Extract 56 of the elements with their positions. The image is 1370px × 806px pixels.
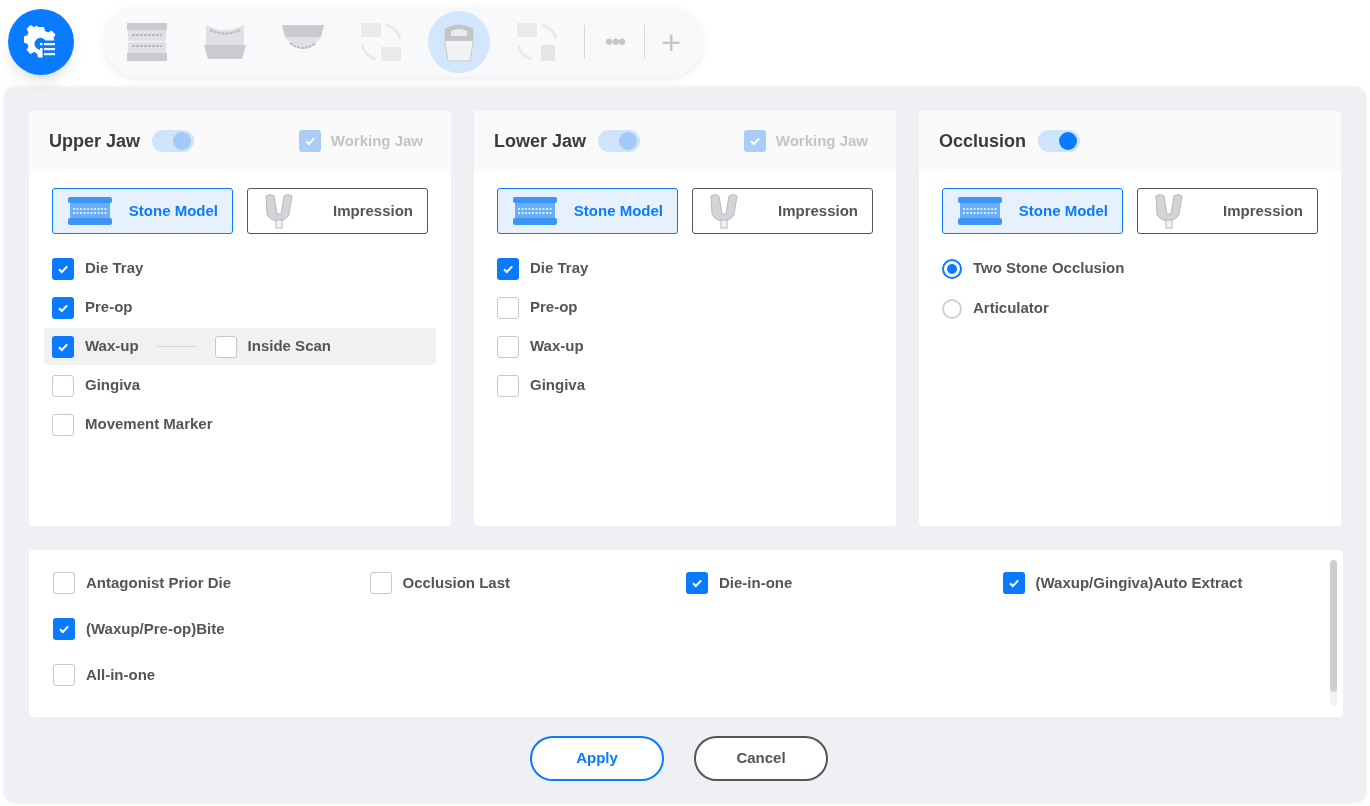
checkbox[interactable]	[52, 335, 74, 358]
toggle-switch[interactable]	[1038, 130, 1081, 152]
checkbox[interactable]	[497, 335, 519, 358]
impression-tray-icon	[262, 192, 296, 230]
model-type-button[interactable]: Stone Model	[52, 188, 233, 234]
settings-icon	[24, 25, 58, 59]
option-label: Wax-up	[85, 336, 139, 357]
cancel-button[interactable]: Cancel	[694, 736, 828, 781]
model-type-button[interactable]: Impression	[692, 188, 873, 234]
card-title: Occlusion	[939, 129, 1027, 153]
option-label: Occlusion Last	[402, 573, 511, 593]
checkbox[interactable]	[497, 374, 519, 397]
checkbox[interactable]	[1002, 572, 1025, 595]
card-title: Lower Jaw	[494, 129, 587, 153]
option-label: Wax-up	[530, 336, 584, 357]
checkbox[interactable]	[497, 296, 519, 319]
impression-tray-icon	[707, 192, 741, 230]
checkbox[interactable]	[686, 572, 708, 595]
checkbox[interactable]	[214, 335, 237, 358]
option-label: (Waxup/Pre-op)Bite	[86, 619, 225, 639]
option-label: (Waxup/Gingiva)Auto Extract	[1035, 573, 1243, 593]
model-type-button[interactable]: Stone Model	[942, 188, 1123, 234]
model-type-button[interactable]: Impression	[1137, 188, 1318, 234]
checkbox[interactable]	[52, 374, 74, 397]
option-label: Die Tray	[85, 258, 144, 279]
model-type-button[interactable]: Impression	[247, 188, 428, 234]
radio-button[interactable]	[942, 258, 962, 279]
option-label: Die Tray	[530, 258, 589, 279]
checkbox[interactable]	[52, 296, 74, 319]
stone-model-icon	[512, 196, 558, 226]
option-label: Antagonist Prior Die	[86, 573, 231, 593]
option-label: All-in-one	[86, 665, 156, 685]
option-label: Die-in-one	[719, 573, 793, 593]
checkbox[interactable]	[497, 257, 519, 280]
checkbox[interactable]	[53, 664, 75, 687]
checkbox[interactable]	[53, 618, 75, 641]
option-label: Pre-op	[85, 297, 133, 318]
card-title: Upper Jaw	[49, 129, 141, 153]
checkbox[interactable]	[53, 572, 75, 595]
scrollbar[interactable]	[1330, 560, 1337, 706]
option-label: Pre-op	[530, 297, 578, 318]
impression-tray-icon	[1152, 192, 1186, 230]
settings-button[interactable]	[8, 9, 74, 75]
option-label: Two Stone Occlusion	[973, 258, 1125, 279]
stone-model-icon	[957, 196, 1003, 226]
option-label: Inside Scan	[247, 336, 331, 357]
apply-button[interactable]: Apply	[530, 736, 664, 781]
checkbox[interactable]	[52, 257, 74, 280]
option-label: Movement Marker	[85, 414, 213, 435]
option-label: Gingiva	[85, 375, 140, 396]
checkbox[interactable]	[52, 413, 74, 436]
checkbox[interactable]	[369, 572, 392, 595]
option-label: Gingiva	[530, 375, 585, 396]
model-type-button[interactable]: Stone Model	[497, 188, 678, 234]
option-label: Articulator	[973, 298, 1049, 319]
stone-model-icon	[67, 196, 113, 226]
